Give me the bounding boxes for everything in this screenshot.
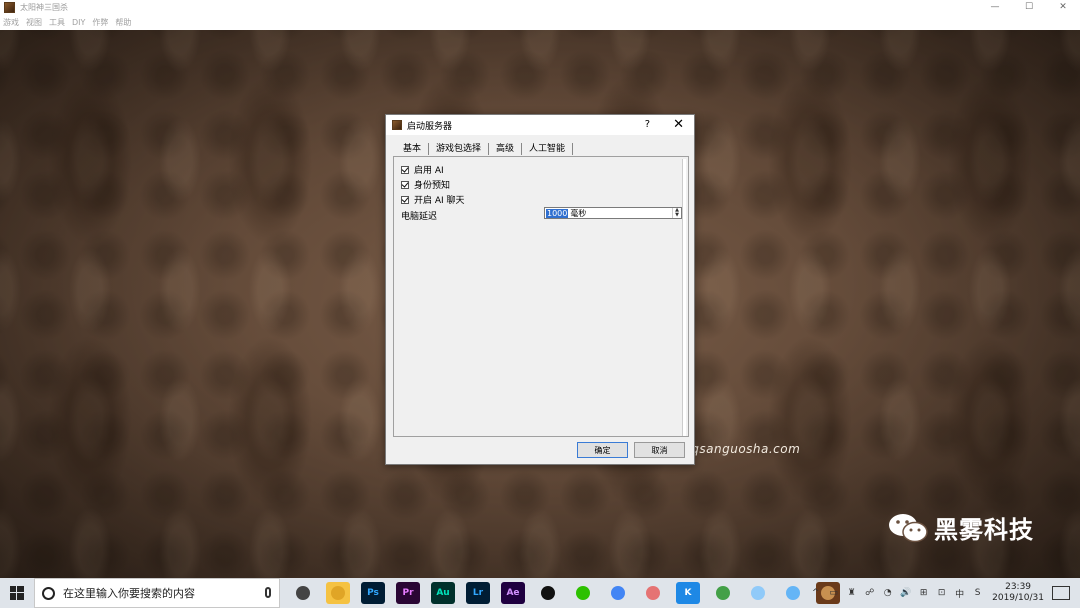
menu-bar: 游戏 视图 工具 DIY 作弊 帮助 bbox=[0, 14, 1080, 30]
tray-security-icon[interactable]: S bbox=[971, 587, 984, 600]
taskbar: 在这里输入你要搜索的内容 Ps Pr Au Lr Ae K ^ ▭ ♜ ☍ ◔ 🔊 ⊞ ⊡ 中 S 23:3… bbox=[0, 578, 1080, 608]
clock-time: 23:39 bbox=[1005, 582, 1032, 592]
file-explorer-glyph bbox=[331, 586, 345, 600]
tray-volume-icon[interactable]: 🔊 bbox=[899, 587, 912, 600]
panel-scrollbar[interactable] bbox=[682, 159, 686, 436]
microphone-icon[interactable] bbox=[265, 587, 271, 598]
menu-diy[interactable]: DIY bbox=[72, 18, 85, 27]
tray-app2-icon[interactable]: ⊡ bbox=[935, 587, 948, 600]
after-effects-icon[interactable]: Ae bbox=[501, 582, 525, 604]
ime-icon[interactable]: 中 bbox=[953, 587, 966, 600]
taskbar-apps: Ps Pr Au Lr Ae K bbox=[280, 582, 840, 604]
cortana-icon bbox=[42, 586, 55, 600]
qq-glyph bbox=[541, 586, 555, 600]
audition-icon[interactable]: Au bbox=[431, 582, 455, 604]
menu-view[interactable]: 视图 bbox=[26, 17, 42, 28]
ai-delay-spinbox[interactable]: 1000 毫秒 ▲ ▼ bbox=[544, 207, 682, 219]
dialog-titlebar: 启动服务器 ? ✕ bbox=[386, 115, 694, 135]
system-tray: ^ ▭ ♜ ☍ ◔ 🔊 ⊞ ⊡ 中 S 23:39 2019/10/31 bbox=[804, 578, 1080, 608]
watermark-brand: 黑雾科技 bbox=[888, 510, 1034, 545]
wechat-icon[interactable] bbox=[571, 582, 595, 604]
chrome-glyph bbox=[611, 586, 625, 600]
option-role-predict[interactable]: 身份预知 bbox=[401, 178, 450, 191]
clock[interactable]: 23:39 2019/10/31 bbox=[992, 582, 1044, 604]
window-title: 太阳神三国杀 bbox=[20, 2, 68, 12]
ai-delay-unit: 毫秒 bbox=[570, 208, 587, 218]
role-predict-label: 身份预知 bbox=[414, 181, 451, 191]
search-placeholder: 在这里输入你要搜索的内容 bbox=[63, 587, 195, 600]
notepad-glyph bbox=[751, 586, 765, 600]
chrome-icon[interactable] bbox=[606, 582, 630, 604]
lightroom-icon[interactable]: Lr bbox=[466, 582, 490, 604]
window-titlebar: 太阳神三国杀 — ☐ ✕ bbox=[0, 0, 1080, 14]
dialog-title: 启动服务器 bbox=[407, 121, 453, 132]
notepad-icon[interactable] bbox=[746, 582, 770, 604]
premiere-icon[interactable]: Pr bbox=[396, 582, 420, 604]
tray-wifi-icon[interactable]: ◔ bbox=[881, 587, 894, 600]
maximize-button[interactable]: ☐ bbox=[1012, 0, 1046, 14]
tab-bar: 基本 游戏包选择 高级 人工智能 bbox=[396, 143, 574, 155]
ai-delay-label: 电脑延迟 bbox=[401, 212, 438, 222]
kugou-icon[interactable]: K bbox=[676, 582, 700, 604]
app-icon bbox=[4, 1, 15, 13]
ai-chat-checkbox[interactable] bbox=[401, 195, 409, 204]
taskbar-search[interactable]: 在这里输入你要搜索的内容 bbox=[34, 578, 280, 608]
tray-monitor-icon[interactable]: ▭ bbox=[827, 587, 840, 600]
menu-cheat[interactable]: 作弊 bbox=[92, 17, 108, 28]
role-predict-checkbox[interactable] bbox=[401, 180, 409, 189]
paint-icon[interactable] bbox=[641, 582, 665, 604]
tab-basic[interactable]: 基本 bbox=[396, 143, 430, 155]
dialog-app-icon bbox=[392, 120, 402, 130]
menu-game[interactable]: 游戏 bbox=[3, 17, 19, 28]
menu-tools[interactable]: 工具 bbox=[49, 17, 65, 28]
ai-chat-label: 开启 AI 聊天 bbox=[414, 196, 465, 206]
task-view-icon[interactable] bbox=[291, 582, 315, 604]
spin-arrows: ▲ ▼ bbox=[672, 208, 681, 218]
cloud-icon[interactable] bbox=[781, 582, 805, 604]
paint-glyph bbox=[646, 586, 660, 600]
clock-date: 2019/10/31 bbox=[992, 593, 1044, 603]
start-button[interactable] bbox=[0, 578, 34, 608]
tray-expand-icon[interactable]: ^ bbox=[809, 587, 822, 600]
tray-keyboard-icon[interactable]: ⊞ bbox=[917, 587, 930, 600]
minimize-button[interactable]: — bbox=[978, 0, 1012, 14]
menu-help[interactable]: 帮助 bbox=[115, 17, 131, 28]
tab-game-package[interactable]: 游戏包选择 bbox=[429, 143, 490, 155]
map-icon[interactable] bbox=[711, 582, 735, 604]
tray-app-icon[interactable]: ♜ bbox=[845, 587, 858, 600]
cancel-button[interactable]: 取消 bbox=[634, 442, 685, 458]
ai-delay-value[interactable]: 1000 bbox=[546, 208, 569, 218]
windows-logo-icon bbox=[10, 586, 24, 600]
tray-network-icon[interactable]: ☍ bbox=[863, 587, 876, 600]
qq-icon[interactable] bbox=[536, 582, 560, 604]
wechat-logo-icon bbox=[888, 512, 928, 544]
photoshop-icon[interactable]: Ps bbox=[361, 582, 385, 604]
file-explorer-icon[interactable] bbox=[326, 582, 350, 604]
spin-down-icon[interactable]: ▼ bbox=[673, 213, 681, 218]
wechat-glyph bbox=[576, 586, 590, 600]
ai-tab-panel: 启用 AI 身份预知 开启 AI 聊天 电脑延迟 1000 毫秒 ▲ ▼ bbox=[393, 156, 689, 437]
enable-ai-label: 启用 AI bbox=[414, 166, 444, 176]
watermark-brand-text: 黑雾科技 bbox=[934, 516, 1034, 544]
option-ai-chat[interactable]: 开启 AI 聊天 bbox=[401, 193, 465, 206]
task-view-glyph bbox=[296, 586, 310, 600]
ok-button[interactable]: 确定 bbox=[577, 442, 628, 458]
close-button[interactable]: ✕ bbox=[1046, 0, 1080, 14]
dialog-close-button[interactable]: ✕ bbox=[673, 117, 684, 132]
enable-ai-checkbox[interactable] bbox=[401, 165, 409, 174]
help-button[interactable]: ? bbox=[645, 119, 650, 130]
map-glyph bbox=[716, 586, 730, 600]
start-server-dialog: 启动服务器 ? ✕ 基本 游戏包选择 高级 人工智能 启用 AI 身份预知 开启… bbox=[385, 114, 695, 465]
tab-ai[interactable]: 人工智能 bbox=[522, 143, 574, 155]
cloud-glyph bbox=[786, 586, 800, 600]
notification-icon[interactable] bbox=[1052, 586, 1070, 600]
option-enable-ai[interactable]: 启用 AI bbox=[401, 163, 444, 176]
tray-icons: ^ ▭ ♜ ☍ ◔ 🔊 ⊞ ⊡ 中 S bbox=[804, 587, 984, 600]
tab-advanced[interactable]: 高级 bbox=[489, 143, 523, 155]
